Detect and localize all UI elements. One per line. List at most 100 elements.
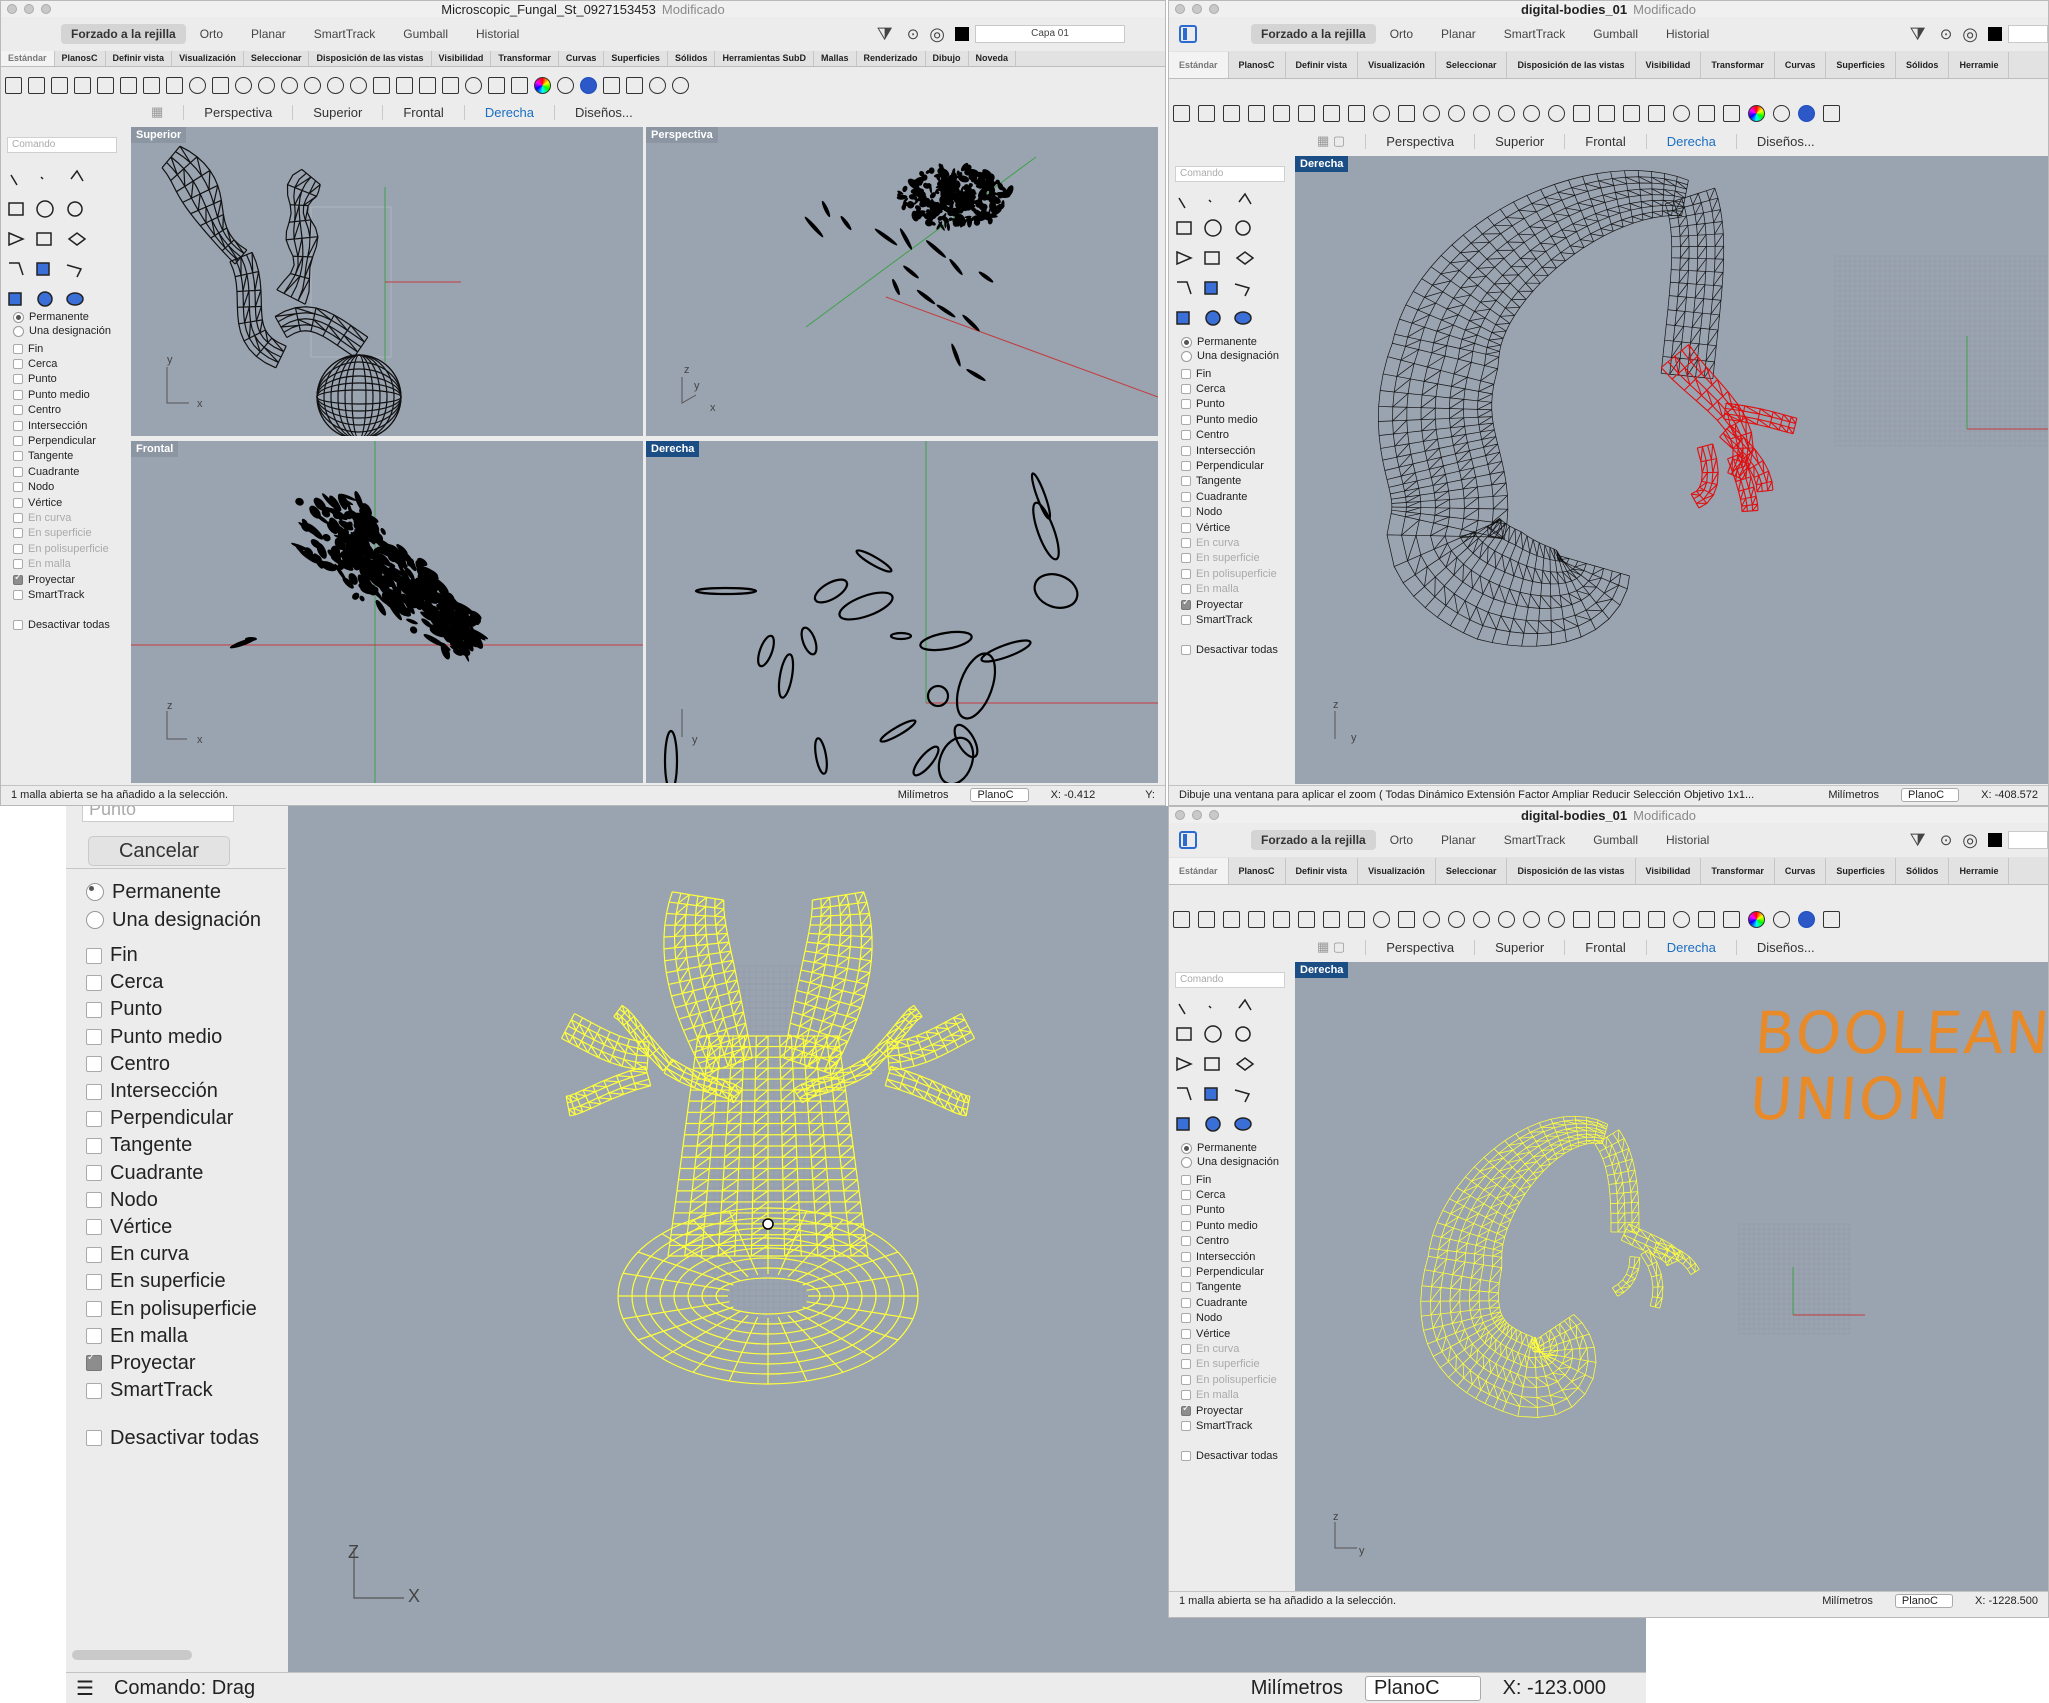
tab-cplanes[interactable]: PlanosC	[1229, 51, 1286, 78]
tab-set-view[interactable]: Definir vista	[1286, 51, 1359, 78]
settings-icon[interactable]	[557, 76, 574, 94]
osnap-checkbox[interactable]	[1181, 1220, 1191, 1231]
osnap-checkbox[interactable]	[1181, 1420, 1191, 1431]
paste-icon[interactable]	[1348, 104, 1365, 122]
sidebar-scrollbar[interactable]	[72, 1650, 192, 1660]
osnap-item[interactable]: Cuadrante	[86, 1160, 261, 1187]
cancel-button[interactable]: Cancelar	[88, 836, 230, 866]
new-icon[interactable]	[5, 76, 22, 94]
menu-planar[interactable]: Planar	[1441, 27, 1476, 41]
tab-solids[interactable]: Sólidos	[1896, 51, 1950, 78]
osnap-item[interactable]: En malla	[1181, 1387, 1279, 1402]
osnap-item[interactable]: Punto	[1181, 1203, 1279, 1218]
menu-grid-snap[interactable]: Forzado a la rejilla	[61, 24, 186, 44]
osnap-checkbox[interactable]	[13, 436, 23, 447]
menu-gumball[interactable]: Gumball	[1593, 833, 1638, 847]
layout-grid-icon[interactable]: ▦	[131, 104, 183, 120]
paint-icon[interactable]	[1823, 910, 1840, 928]
layer-icon[interactable]	[419, 76, 436, 94]
osnap-item[interactable]: SmartTrack	[86, 1377, 261, 1404]
snap-icon[interactable]: ⊙	[1940, 831, 1953, 849]
osnap-checkbox[interactable]	[86, 947, 102, 964]
osnap-checkbox[interactable]	[13, 451, 23, 462]
tab-transform[interactable]: Transformar	[491, 51, 559, 66]
osnap-item[interactable]: Nodo	[86, 1187, 261, 1214]
cut-icon[interactable]	[120, 76, 137, 94]
open-icon[interactable]	[28, 76, 45, 94]
osnap-item[interactable]: SmartTrack	[1181, 1418, 1279, 1433]
refresh-icon[interactable]	[350, 76, 367, 94]
osnap-checkbox[interactable]	[13, 559, 23, 570]
tab-visibility[interactable]: Visibilidad	[1636, 51, 1702, 78]
command-input[interactable]: Comando	[1175, 166, 1285, 182]
osnap-checkbox[interactable]	[1181, 384, 1191, 395]
undo-icon[interactable]	[1373, 104, 1390, 122]
osnap-checkbox[interactable]	[86, 1165, 102, 1182]
tab-display[interactable]: Visualización	[1358, 857, 1436, 884]
osnap-item[interactable]: En superficie	[13, 526, 111, 541]
zoom-selected-icon[interactable]	[1523, 910, 1540, 928]
osnap-checkbox[interactable]	[1181, 476, 1191, 487]
osnap-item[interactable]: Punto	[1181, 397, 1279, 412]
zoom-extents-icon[interactable]	[1498, 910, 1515, 928]
tab-curves[interactable]: Curvas	[1775, 857, 1827, 884]
material-icon[interactable]	[511, 76, 528, 94]
osnap-item[interactable]: Nodo	[13, 480, 111, 495]
cplane-selector[interactable]: PlanoC	[1901, 787, 1960, 802]
menu-planar[interactable]: Planar	[1441, 833, 1476, 847]
material-icon[interactable]	[1723, 104, 1740, 122]
osnap-item[interactable]: Centro	[1181, 428, 1279, 443]
osnap-disable-all[interactable]: Desactivar todas	[1181, 1446, 1279, 1466]
rotate-icon[interactable]	[235, 76, 252, 94]
cut-icon[interactable]	[1298, 104, 1315, 122]
osnap-checkbox[interactable]	[86, 1328, 102, 1345]
osnap-checkbox[interactable]	[1181, 491, 1191, 502]
zoom-button[interactable]	[41, 4, 51, 14]
tab-tools[interactable]: Herramie	[1949, 51, 2010, 78]
osnap-item[interactable]: Vértice	[86, 1214, 261, 1241]
layer-color-swatch[interactable]	[1988, 27, 2002, 41]
tab-select[interactable]: Seleccionar	[1436, 51, 1508, 78]
osnap-disable-all[interactable]: Desactivar todas	[86, 1427, 261, 1449]
open-icon[interactable]	[1198, 910, 1215, 928]
menu-history[interactable]: Historial	[1666, 833, 1709, 847]
tab-surfaces[interactable]: Superficies	[604, 51, 668, 66]
filter-icon[interactable]: ⧩	[1910, 830, 1926, 851]
osnap-item[interactable]: En polisuperficie	[13, 541, 111, 556]
render-sphere-icon[interactable]	[580, 76, 597, 94]
tab-standard[interactable]: Estándar	[1, 51, 55, 66]
zoom-icon[interactable]	[1448, 104, 1465, 122]
osnap-checkbox[interactable]	[1181, 537, 1191, 548]
osnap-item[interactable]: Punto medio	[13, 387, 111, 402]
zoom-window-icon[interactable]	[281, 76, 298, 94]
tab-viewport-layout[interactable]: Disposición de las vistas	[309, 51, 432, 66]
paste-icon[interactable]	[1348, 910, 1365, 928]
osnap-checkbox[interactable]	[1181, 568, 1191, 579]
sidebar-toggle-icon[interactable]	[1179, 831, 1197, 849]
menu-icon[interactable]: ☰	[66, 1676, 104, 1701]
units-label[interactable]: Milímetros	[1818, 789, 1889, 801]
osnap-checkbox[interactable]	[86, 1192, 102, 1209]
viewtab-perspective[interactable]: Perspectiva	[183, 104, 292, 120]
osnap-item[interactable]: Fin	[13, 341, 111, 356]
viewtab-perspective[interactable]: Perspectiva	[1365, 133, 1474, 149]
tab-select[interactable]: Seleccionar	[1436, 857, 1508, 884]
viewport-right[interactable]: Derecha y	[646, 441, 1158, 783]
tab-cplanes[interactable]: PlanosC	[1229, 857, 1286, 884]
viewport-right[interactable]: Derecha zy BOOLEAN UNION	[1295, 962, 2048, 1592]
tab-transform[interactable]: Transformar	[1701, 857, 1775, 884]
osnap-checkbox[interactable]	[1181, 1328, 1191, 1339]
rotate-icon[interactable]	[1423, 104, 1440, 122]
osnap-item[interactable]: Punto	[86, 996, 261, 1023]
osnap-checkbox[interactable]	[13, 359, 23, 370]
osnap-item[interactable]: En curva	[86, 1241, 261, 1268]
osnap-checkbox[interactable]	[13, 420, 23, 431]
osnap-once[interactable]: Una designación	[13, 321, 111, 341]
osnap-checkbox[interactable]	[86, 1083, 102, 1100]
osnap-checkbox[interactable]	[1181, 461, 1191, 472]
osnap-item[interactable]: Fin	[86, 942, 261, 969]
tab-transform[interactable]: Transformar	[1701, 51, 1775, 78]
zoom-extents-icon[interactable]	[304, 76, 321, 94]
osnap-item[interactable]: En superficie	[1181, 551, 1279, 566]
osnap-item[interactable]: En curva	[13, 510, 111, 525]
